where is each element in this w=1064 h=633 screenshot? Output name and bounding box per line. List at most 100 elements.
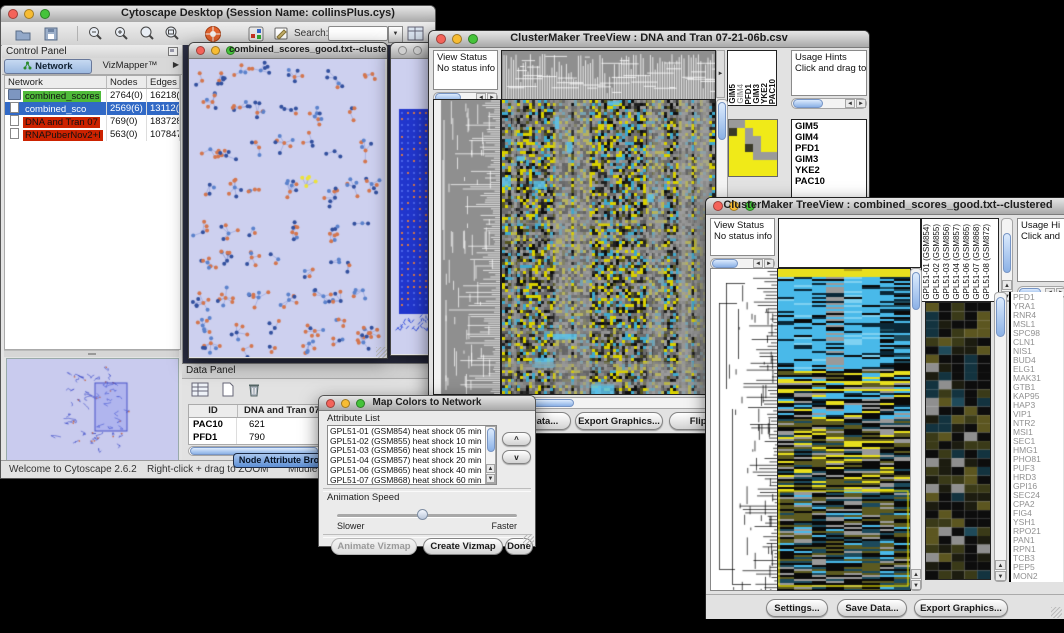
tab-vizmapper[interactable]: VizMapper™: [94, 59, 166, 72]
vscroll-thumb[interactable]: [996, 297, 1005, 337]
network-row[interactable]: RNAPuberNov2+I 563(0) 107847(0): [5, 128, 180, 141]
tv2-genes-scrollbar[interactable]: ▲ ▼: [994, 292, 1007, 582]
tv1-yellow-heatmap[interactable]: [728, 119, 778, 177]
control-panel-tabs: Network VizMapper™ ▶: [2, 58, 182, 75]
animate-vizmap-button[interactable]: Animate Vizmap: [331, 538, 417, 555]
tv1-column-dendrogram[interactable]: [501, 50, 716, 100]
zoom-in-icon[interactable]: [111, 25, 131, 42]
tv1-view-status: View StatusNo status info f: [433, 50, 498, 90]
scroll-up-button[interactable]: ▲: [1002, 280, 1012, 290]
scroll-down-button[interactable]: ▼: [995, 571, 1006, 581]
animation-slider[interactable]: [337, 509, 517, 521]
search-dropdown-button[interactable]: ▼: [388, 26, 403, 43]
attribute-down-button[interactable]: v: [502, 450, 531, 464]
tv2-collabel-scrollbar[interactable]: ▲ ▼: [1001, 218, 1013, 302]
tv2-row-dendrogram[interactable]: [710, 268, 779, 591]
table-panel-icon[interactable]: [405, 25, 425, 42]
scroll-thumb[interactable]: [712, 259, 738, 268]
help-lifering-icon[interactable]: [203, 25, 223, 42]
scroll-thumb[interactable]: [793, 99, 823, 108]
attribute-listbox[interactable]: GPL51-01 (GSM854) heat shock 05 minGPL51…: [327, 425, 497, 485]
zoom-button[interactable]: [40, 9, 50, 19]
tv2-settings-button[interactable]: Settings...: [766, 599, 828, 617]
slider-thumb[interactable]: [417, 509, 428, 520]
node-attributes-icon[interactable]: [246, 25, 266, 42]
annotation-icon[interactable]: [271, 25, 291, 42]
tv1-usage-hints: Usage HintsClick and drag to: [791, 50, 867, 96]
resize-grip[interactable]: [523, 534, 534, 545]
tv2-vscrollbar[interactable]: ▲ ▼: [910, 268, 922, 591]
treeview1-titlebar[interactable]: ClusterMaker TreeView : DNA and Tran 07-…: [429, 31, 869, 48]
scroll-down-button[interactable]: ▼: [486, 474, 495, 483]
save-icon[interactable]: [41, 25, 61, 42]
gene-label: GIM4: [795, 132, 863, 143]
column-label: GPL51-03 (GSM856): [943, 224, 951, 300]
tv1-export-graphics-button[interactable]: Export Graphics...: [575, 412, 663, 430]
minimize-button[interactable]: [211, 46, 220, 55]
resize-grip[interactable]: [1051, 607, 1062, 618]
column-label: GPL51-07 (GSM868): [973, 224, 981, 300]
search-input[interactable]: [328, 26, 388, 41]
attribute-item[interactable]: GPL51-07 (GSM868) heat shock 60 min: [330, 476, 494, 485]
create-vizmap-button[interactable]: Create Vizmap: [423, 538, 503, 555]
tv1-hints-scrollbar[interactable]: ◄ ►: [791, 98, 867, 109]
zoom-out-icon[interactable]: [85, 25, 105, 42]
main-titlebar[interactable]: Cytoscape Desktop (Session Name: collins…: [1, 6, 435, 23]
scroll-right-button[interactable]: ►: [764, 259, 774, 268]
close-button[interactable]: [8, 9, 18, 19]
dialog-titlebar[interactable]: Map Colors to Network: [319, 396, 535, 411]
table-mode-icon[interactable]: [190, 381, 210, 398]
close-button[interactable]: [196, 46, 205, 55]
network-tree-rows: combined_scores 2764(0) 16218(0) combine…: [5, 89, 180, 141]
network-view-titlebar[interactable]: combined_scores_good.txt--cluste...: [189, 43, 387, 59]
open-file-icon[interactable]: [13, 25, 33, 42]
vscroll-thumb[interactable]: [912, 272, 920, 310]
network-row[interactable]: combined_scores 2764(0) 16218(0): [5, 89, 180, 102]
col-id[interactable]: ID: [189, 405, 238, 417]
control-panel: Control Panel Network VizMapper™ ▶ Netwo…: [2, 45, 183, 460]
tab-network[interactable]: Network: [4, 59, 92, 74]
tabs-overflow-arrow[interactable]: ▶: [173, 60, 179, 69]
scroll-left-button[interactable]: ◄: [845, 99, 855, 108]
scroll-right-button[interactable]: ►: [856, 99, 866, 108]
vscroll-thumb[interactable]: [1003, 233, 1011, 273]
network-overview-canvas[interactable]: [6, 358, 179, 463]
tv2-gene-list[interactable]: PFD1YRA1RNR4MSL1SPC98CLN1NIS1BUD4ELG1MAK…: [1009, 292, 1063, 582]
minimize-button[interactable]: [413, 46, 422, 55]
tv1-col-scroll-arrow[interactable]: ►: [716, 50, 725, 98]
gene-label: PAC10: [795, 176, 863, 187]
tv1-heatmap[interactable]: [501, 99, 716, 395]
minimize-button[interactable]: [24, 9, 34, 19]
control-panel-splitter[interactable]: [4, 350, 179, 357]
network-row[interactable]: combined_sco 2569(6) 13112(15): [5, 102, 180, 115]
tv2-zoom-heatmap[interactable]: [925, 302, 991, 580]
resize-grip[interactable]: [376, 347, 387, 358]
scroll-down-button[interactable]: ▼: [911, 580, 921, 590]
network-row[interactable]: DNA and Tran 07 769(0) 183728(0): [5, 115, 180, 128]
tv2-column-dendrogram[interactable]: [778, 218, 921, 268]
treeview2-titlebar[interactable]: ClusterMaker TreeView : combined_scores_…: [706, 198, 1064, 215]
column-label: PAC10: [769, 79, 777, 104]
attrlist-vscrollbar[interactable]: ▲ ▼: [485, 426, 496, 484]
tv2-column-labels: GPL51-01 (GSM854)GPL51-02 (GSM855)GPL51-…: [921, 218, 999, 302]
zoom-selected-icon[interactable]: [162, 25, 182, 42]
close-button[interactable]: [398, 46, 407, 55]
treeview2-title: ClusterMaker TreeView : combined_scores_…: [706, 199, 1064, 211]
scroll-up-button[interactable]: ▲: [486, 464, 495, 473]
tv2-export-graphics-button[interactable]: Export Graphics...: [914, 599, 1008, 617]
delete-attribute-icon[interactable]: [244, 381, 264, 398]
network-canvas[interactable]: [189, 59, 385, 357]
scroll-up-button[interactable]: ▲: [911, 569, 921, 579]
tv1-row-dendrogram[interactable]: [433, 99, 501, 395]
vscroll-thumb[interactable]: [487, 428, 495, 452]
attribute-up-button[interactable]: ^: [502, 432, 531, 446]
scroll-up-button[interactable]: ▲: [995, 560, 1006, 570]
zoom-fit-icon[interactable]: [137, 25, 157, 42]
tv2-heatmap[interactable]: [777, 268, 911, 591]
new-attribute-icon[interactable]: [218, 381, 238, 398]
scroll-left-button[interactable]: ◄: [753, 259, 763, 268]
tv2-save-data-button[interactable]: Save Data...: [837, 599, 907, 617]
hscroll-thumb[interactable]: [532, 399, 574, 407]
gene-label: MON2: [1013, 572, 1061, 581]
vscroll-thumb[interactable]: [718, 102, 726, 140]
